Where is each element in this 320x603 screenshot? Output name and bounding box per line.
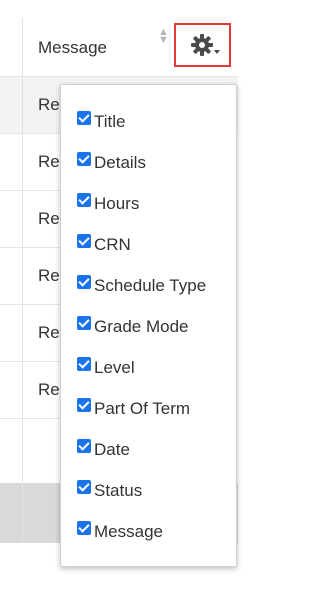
column-header-message[interactable]: Message xyxy=(38,38,107,58)
menu-option-hours[interactable]: Hours xyxy=(77,192,139,216)
menu-option-label: Part Of Term xyxy=(94,399,191,418)
menu-option-label: Grade Mode xyxy=(94,317,189,336)
checkbox-checked-icon[interactable] xyxy=(77,316,91,330)
menu-option-message[interactable]: Message xyxy=(77,520,163,544)
menu-option-label: CRN xyxy=(94,235,131,254)
column-visibility-menu: Title Details Hours CRN Schedule Type Gr… xyxy=(60,84,237,567)
checkbox-checked-icon[interactable] xyxy=(77,275,91,289)
menu-option-label: Hours xyxy=(94,194,140,213)
menu-option-level[interactable]: Level xyxy=(77,356,135,380)
checkbox-checked-icon[interactable] xyxy=(77,480,91,494)
menu-option-label: Level xyxy=(94,358,135,377)
menu-option-label: Schedule Type xyxy=(94,276,207,295)
menu-option-title[interactable]: Title xyxy=(77,110,126,134)
menu-option-schedule-type[interactable]: Schedule Type xyxy=(77,274,206,298)
menu-option-grade-mode[interactable]: Grade Mode xyxy=(77,315,189,339)
column-settings-button[interactable] xyxy=(174,23,231,67)
message-cell: Re xyxy=(38,209,60,228)
column-divider xyxy=(22,18,23,543)
menu-option-details[interactable]: Details xyxy=(77,151,146,175)
message-cell: Re xyxy=(38,152,60,171)
checkbox-checked-icon[interactable] xyxy=(77,357,91,371)
message-cell: Re xyxy=(38,380,60,399)
gear-icon xyxy=(191,34,220,56)
checkbox-checked-icon[interactable] xyxy=(77,234,91,248)
menu-option-part-of-term[interactable]: Part Of Term xyxy=(77,397,190,421)
checkbox-checked-icon[interactable] xyxy=(77,398,91,412)
message-cell: Re xyxy=(38,323,60,342)
menu-option-date[interactable]: Date xyxy=(77,438,130,462)
checkbox-checked-icon[interactable] xyxy=(77,439,91,453)
menu-option-label: Date xyxy=(94,440,130,459)
menu-option-label: Title xyxy=(94,112,126,131)
message-cell: Re xyxy=(38,266,60,285)
checkbox-checked-icon[interactable] xyxy=(77,152,91,166)
message-cell: Re xyxy=(38,95,60,114)
menu-option-status[interactable]: Status xyxy=(77,479,142,503)
checkbox-checked-icon[interactable] xyxy=(77,521,91,535)
checkbox-checked-icon[interactable] xyxy=(77,111,91,125)
menu-option-label: Message xyxy=(94,522,163,541)
menu-option-label: Status xyxy=(94,481,143,500)
menu-option-label: Details xyxy=(94,153,146,172)
sort-arrows-icon[interactable]: ▲ ▼ xyxy=(158,27,169,46)
checkbox-checked-icon[interactable] xyxy=(77,193,91,207)
menu-option-crn[interactable]: CRN xyxy=(77,233,131,257)
